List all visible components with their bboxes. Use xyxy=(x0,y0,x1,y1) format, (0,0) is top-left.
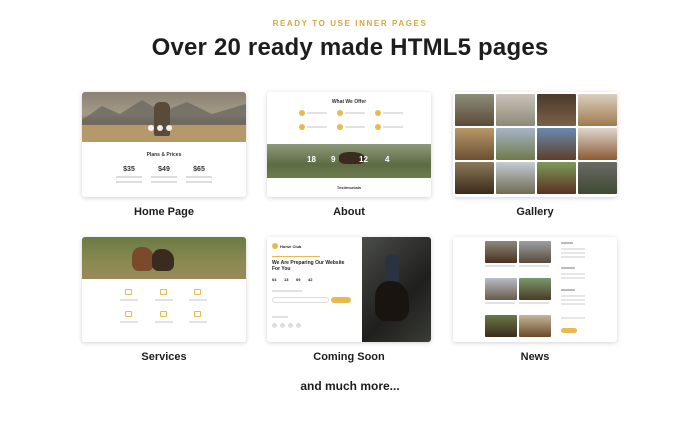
service-icon xyxy=(194,311,201,317)
card-label[interactable]: Home Page xyxy=(82,206,246,218)
hero-icons xyxy=(148,125,172,131)
news-thumbnail[interactable] xyxy=(453,237,617,342)
card-gallery[interactable]: Gallery xyxy=(453,92,617,218)
news-image xyxy=(519,241,551,263)
gallery-thumbnail[interactable] xyxy=(453,92,617,197)
card-label[interactable]: About xyxy=(267,206,431,218)
social-icon[interactable] xyxy=(288,323,293,328)
about-thumbnail[interactable]: What We Offer 18 9 12 4 Testimonials xyxy=(267,92,431,197)
card-about[interactable]: What We Offer 18 9 12 4 Testimonials Abo… xyxy=(267,92,431,218)
social-icon[interactable] xyxy=(280,323,285,328)
and-much-more-text: and much more... xyxy=(300,379,400,393)
service-icon xyxy=(299,124,305,130)
service-icon xyxy=(375,124,381,130)
home-plans-title: Plans & Prices xyxy=(146,152,182,158)
stat-1: 18 xyxy=(307,155,316,164)
news-image xyxy=(519,315,551,337)
news-image xyxy=(485,278,517,300)
card-label[interactable]: Coming Soon xyxy=(267,351,431,363)
service-icon xyxy=(375,110,381,116)
service-icon xyxy=(160,289,167,295)
social-icon[interactable] xyxy=(272,323,277,328)
home-price-3: $65 xyxy=(184,166,214,183)
service-icon xyxy=(337,124,343,130)
coming-soon-heading: We Are Preparing Our Website For You xyxy=(272,260,345,272)
card-home-page[interactable]: Plans & Prices $35 $49 $65 Home Page xyxy=(82,92,246,218)
service-icon xyxy=(337,110,343,116)
horse-figure xyxy=(375,281,409,321)
home-price-1: $35 xyxy=(114,166,144,183)
service-icon xyxy=(194,289,201,295)
news-image xyxy=(519,278,551,300)
card-label[interactable]: Gallery xyxy=(453,206,617,218)
card-services[interactable]: Services xyxy=(82,237,246,363)
news-image xyxy=(485,241,517,263)
stat-3: 12 xyxy=(359,155,368,164)
horse-figure xyxy=(152,249,174,271)
stat-4: 4 xyxy=(385,155,390,164)
service-icon xyxy=(125,311,132,317)
coming-soon-thumbnail[interactable]: Horse Club We Are Preparing Our Website … xyxy=(267,237,431,342)
section-headline: Over 20 ready made HTML5 pages xyxy=(151,34,549,61)
card-label[interactable]: Services xyxy=(82,351,246,363)
service-icon xyxy=(299,110,305,116)
service-icon xyxy=(160,311,167,317)
social-icon[interactable] xyxy=(296,323,301,328)
brand-name: Horse Club xyxy=(280,244,302,249)
home-price-2: $49 xyxy=(149,166,179,183)
services-thumbnail[interactable] xyxy=(82,237,246,342)
email-field[interactable] xyxy=(272,297,329,303)
home-hero-image xyxy=(82,92,246,142)
subscribe-button[interactable] xyxy=(331,297,351,303)
brand-logo-icon xyxy=(272,243,278,249)
horse-figure xyxy=(132,247,154,271)
gallery-grid xyxy=(455,94,617,194)
card-coming-soon[interactable]: Horse Club We Are Preparing Our Website … xyxy=(267,237,431,363)
stat-2: 9 xyxy=(331,155,336,164)
news-image xyxy=(485,315,517,337)
section-eyebrow: READY TO USE INNER PAGES xyxy=(272,19,428,28)
service-icon xyxy=(125,289,132,295)
home-page-thumbnail[interactable]: Plans & Prices $35 $49 $65 xyxy=(82,92,246,197)
card-news[interactable]: News xyxy=(453,237,617,363)
about-testimonials-title: Testimonials xyxy=(336,185,362,190)
card-label[interactable]: News xyxy=(453,351,617,363)
inner-pages-showcase: READY TO USE INNER PAGES Over 20 ready m… xyxy=(0,0,700,428)
news-sidebar-button[interactable] xyxy=(561,328,577,333)
about-offer-title: What We Offer xyxy=(331,99,367,105)
